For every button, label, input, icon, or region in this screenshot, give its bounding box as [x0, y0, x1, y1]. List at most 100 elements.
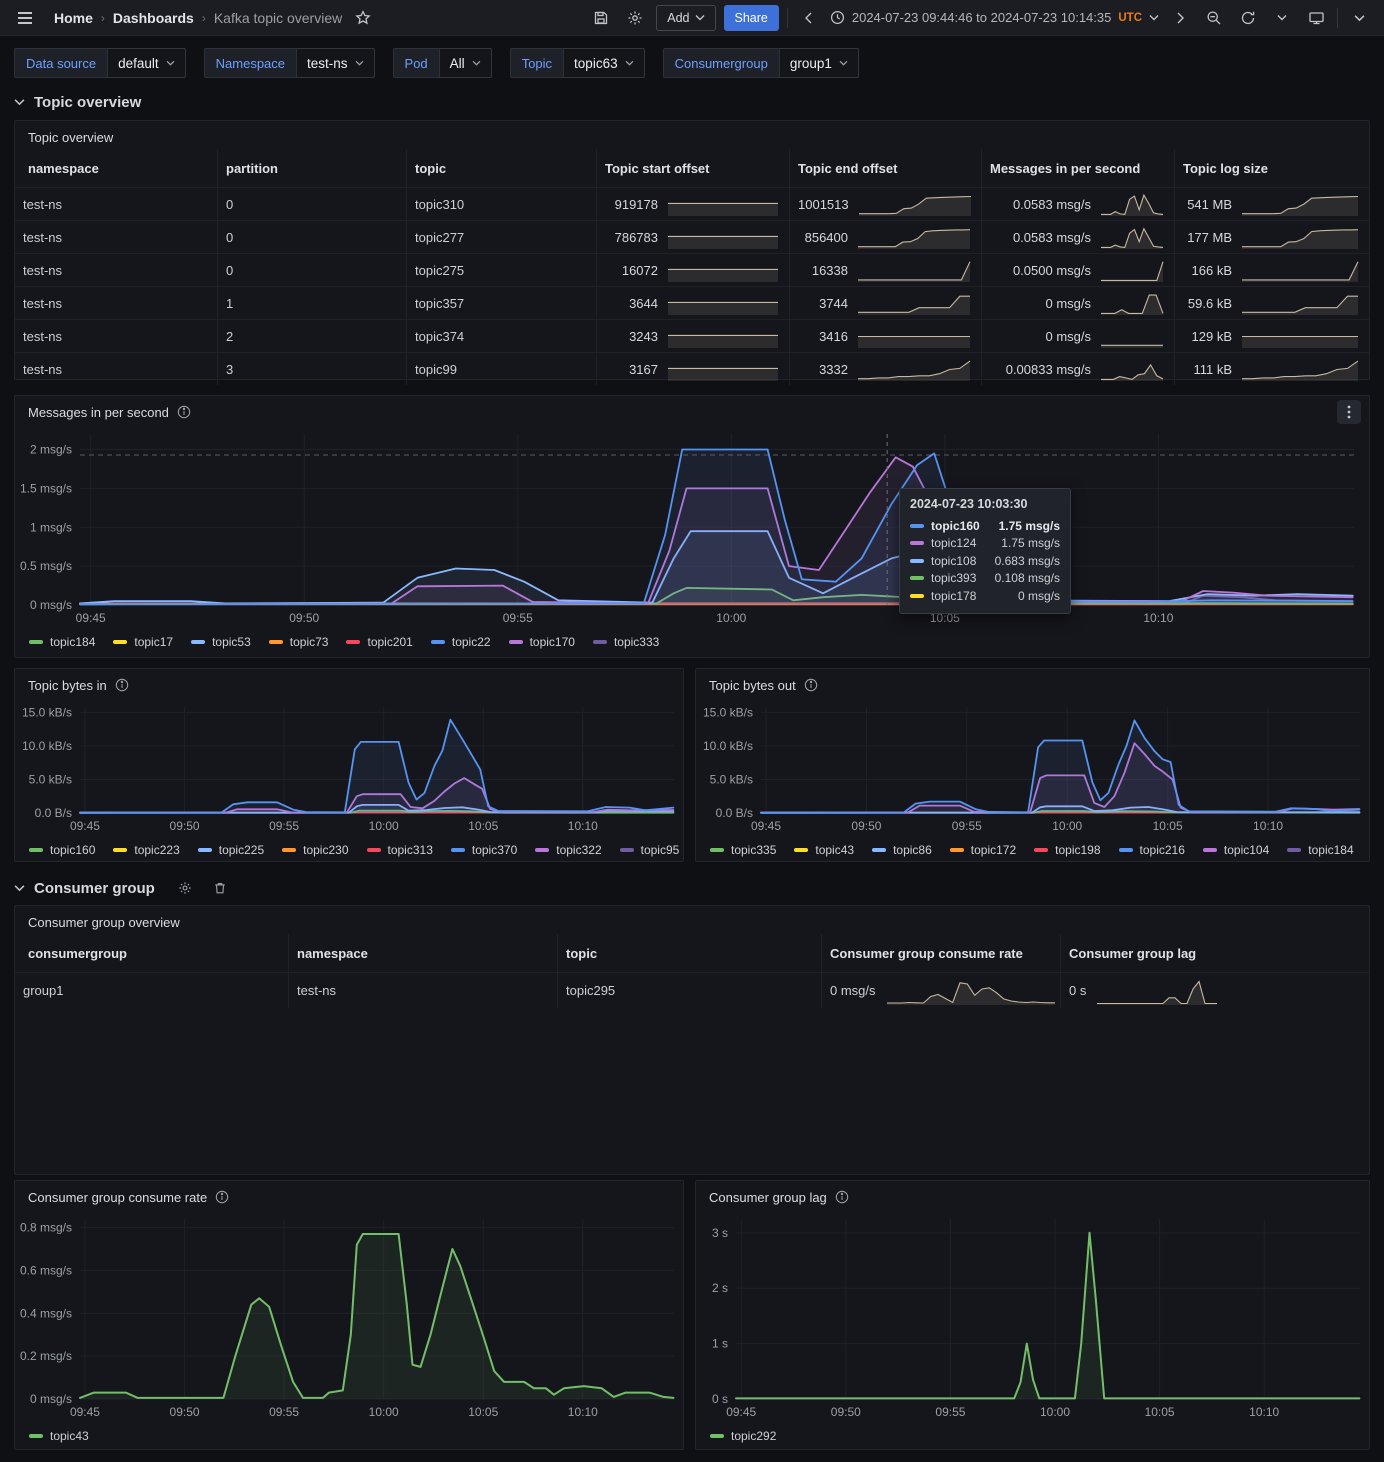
- time-back-chevron-icon[interactable]: [796, 5, 822, 31]
- top-nav-bar: Home › Dashboards › Kafka topic overview…: [0, 0, 1384, 36]
- section-settings-gear-icon[interactable]: [172, 875, 198, 901]
- save-dashboard-icon[interactable]: [588, 5, 614, 31]
- legend-item[interactable]: topic160: [29, 843, 95, 857]
- time-forward-chevron-icon[interactable]: [1167, 5, 1193, 31]
- svg-text:10:10: 10:10: [1249, 1405, 1279, 1419]
- column-header[interactable]: Messages in per second: [981, 149, 1174, 187]
- variable-value-dropdown[interactable]: group1: [780, 48, 859, 78]
- tv-view-mode-icon[interactable]: [1303, 5, 1329, 31]
- variable-label[interactable]: Consumergroup: [663, 48, 780, 78]
- legend-item[interactable]: topic73: [269, 635, 329, 649]
- svg-text:10:05: 10:05: [1145, 1405, 1175, 1419]
- section-topic-overview[interactable]: Topic overview: [14, 90, 141, 114]
- legend-series-swatch: [191, 640, 205, 644]
- nav-divider: [787, 8, 788, 28]
- table-cell-namespace: test-ns: [15, 286, 217, 319]
- column-header[interactable]: Topic log size: [1174, 149, 1369, 187]
- legend-item[interactable]: topic333: [593, 635, 659, 649]
- panel-title: Consumer group lag: [709, 1190, 827, 1205]
- legend-item[interactable]: topic95: [620, 843, 680, 857]
- column-header[interactable]: consumergroup: [15, 934, 288, 972]
- legend-series-swatch: [113, 848, 127, 852]
- nav-collapse-chevron-icon[interactable]: [1346, 5, 1372, 31]
- table-cell-sparkline: [857, 290, 971, 316]
- zoom-out-icon[interactable]: [1201, 5, 1227, 31]
- refresh-icon[interactable]: [1235, 5, 1261, 31]
- chevron-down-icon: [14, 884, 25, 892]
- column-header[interactable]: topic: [406, 149, 596, 187]
- table-cell-topic: topic99: [406, 352, 596, 385]
- legend-item[interactable]: topic322: [535, 843, 601, 857]
- column-header[interactable]: Topic end offset: [789, 149, 981, 187]
- panel-title: Consumer group overview: [28, 915, 180, 930]
- messages-chart[interactable]: 0 msg/s 0.5 msg/s 1 msg/s 1.5 msg/s 2 ms…: [15, 424, 1369, 632]
- variable-label[interactable]: Topic: [510, 48, 564, 78]
- share-button[interactable]: Share: [724, 5, 779, 31]
- legend-item[interactable]: topic292: [710, 1429, 776, 1443]
- topic-bytes-in-chart[interactable]: 0.0 B/s 5.0 kB/s 10.0 kB/s 15.0 kB/s09:4…: [15, 697, 683, 840]
- legend-item[interactable]: topic17: [113, 635, 173, 649]
- variable-value-dropdown[interactable]: topic63: [564, 48, 645, 78]
- legend-item[interactable]: topic223: [113, 843, 179, 857]
- table-cell-log-size: 166 kB: [1174, 253, 1369, 286]
- legend-item[interactable]: topic184: [1287, 843, 1353, 857]
- svg-text:09:45: 09:45: [751, 819, 781, 833]
- legend-item[interactable]: topic201: [346, 635, 412, 649]
- table-cell-topic: topic277: [406, 220, 596, 253]
- column-header[interactable]: namespace: [15, 149, 217, 187]
- column-header[interactable]: namespace: [288, 934, 557, 972]
- svg-text:15.0 kB/s: 15.0 kB/s: [22, 705, 72, 719]
- section-consumer-group[interactable]: Consumer group: [14, 876, 233, 900]
- legend-item[interactable]: topic335: [710, 843, 776, 857]
- legend-item[interactable]: topic370: [451, 843, 517, 857]
- topic-bytes-out-chart[interactable]: 0.0 B/s 5.0 kB/s 10.0 kB/s 15.0 kB/s09:4…: [696, 697, 1369, 840]
- variable-value-dropdown[interactable]: default: [108, 48, 186, 78]
- add-button[interactable]: Add: [656, 5, 715, 31]
- variable-value-dropdown[interactable]: All: [440, 48, 492, 78]
- legend-item[interactable]: topic22: [431, 635, 491, 649]
- legend-item[interactable]: topic198: [1034, 843, 1100, 857]
- column-header[interactable]: Consumer group consume rate: [821, 934, 1060, 972]
- variable-label[interactable]: Namespace: [204, 48, 297, 78]
- legend-series-swatch: [1287, 848, 1301, 852]
- breadcrumb-home[interactable]: Home: [54, 10, 93, 26]
- legend-item[interactable]: topic86: [872, 843, 932, 857]
- variable-value-dropdown[interactable]: test-ns: [297, 48, 375, 78]
- breadcrumb-dashboards[interactable]: Dashboards: [113, 10, 194, 26]
- consumer-lag-chart[interactable]: 0 s 1 s 2 s 3 s09:4509:5009:5510:0010:05…: [696, 1209, 1369, 1426]
- legend-item[interactable]: topic225: [198, 843, 264, 857]
- variable-data-source: Data source default: [14, 48, 186, 78]
- column-header[interactable]: Topic start offset: [596, 149, 789, 187]
- legend-item[interactable]: topic170: [509, 635, 575, 649]
- panel-menu-kebab-icon[interactable]: [1337, 400, 1361, 424]
- legend-item[interactable]: topic216: [1119, 843, 1185, 857]
- legend-item[interactable]: topic53: [191, 635, 251, 649]
- table-cell-namespace: test-ns: [15, 319, 217, 352]
- hamburger-menu-icon[interactable]: [12, 5, 38, 31]
- legend-item[interactable]: topic43: [29, 1429, 89, 1443]
- legend-item[interactable]: topic43: [794, 843, 854, 857]
- legend-item[interactable]: topic184: [29, 635, 95, 649]
- legend-item[interactable]: topic313: [367, 843, 433, 857]
- dashboard-settings-gear-icon[interactable]: [622, 5, 648, 31]
- table-cell-sparkline: [667, 191, 779, 217]
- column-header[interactable]: topic: [557, 934, 821, 972]
- legend-series-swatch: [367, 848, 381, 852]
- svg-text:09:50: 09:50: [851, 819, 881, 833]
- favorite-star-icon[interactable]: [350, 5, 376, 31]
- variable-label[interactable]: Data source: [14, 48, 108, 78]
- variable-pod: Pod All: [393, 48, 492, 78]
- column-header[interactable]: Consumer group lag: [1060, 934, 1369, 972]
- refresh-interval-chevron-icon[interactable]: [1269, 5, 1295, 31]
- section-delete-trash-icon[interactable]: [207, 875, 233, 901]
- svg-text:0 msg/s: 0 msg/s: [30, 598, 72, 612]
- legend-item[interactable]: topic104: [1203, 843, 1269, 857]
- time-range-picker[interactable]: 2024-07-23 09:44:46 to 2024-07-23 10:14:…: [830, 10, 1159, 25]
- legend-series-swatch: [1203, 848, 1217, 852]
- column-header[interactable]: partition: [217, 149, 406, 187]
- table-cell-log-size: 177 MB: [1174, 220, 1369, 253]
- legend-item[interactable]: topic172: [950, 843, 1016, 857]
- legend-item[interactable]: topic230: [282, 843, 348, 857]
- consume-rate-chart[interactable]: 0 msg/s 0.2 msg/s 0.4 msg/s 0.6 msg/s 0.…: [15, 1209, 683, 1426]
- variable-label[interactable]: Pod: [393, 48, 440, 78]
